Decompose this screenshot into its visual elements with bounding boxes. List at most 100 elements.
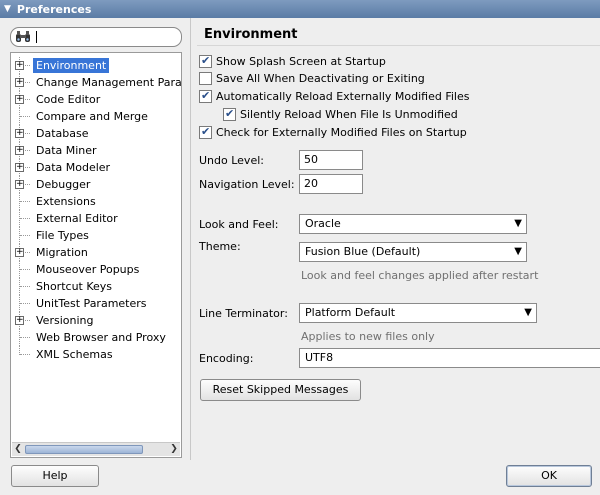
tree-item-label: Code Editor: [36, 93, 101, 106]
tree-item-label: Web Browser and Proxy: [36, 331, 166, 344]
save-all-checkbox[interactable]: [199, 71, 212, 85]
scrollbar-thumb[interactable]: [25, 445, 143, 454]
tree-item[interactable]: External Editor: [11, 210, 181, 227]
tree-item[interactable]: + Data Miner: [11, 142, 181, 159]
encoding-select[interactable]: UTF8: [299, 348, 600, 368]
theme-label: Theme:: [199, 240, 241, 253]
help-button[interactable]: Help: [11, 465, 99, 487]
line-terminator-label: Line Terminator:: [199, 307, 288, 320]
binoculars-icon: [16, 31, 30, 42]
expand-plus-icon[interactable]: +: [15, 95, 24, 104]
look-and-feel-value: Oracle: [305, 217, 341, 230]
look-and-feel-label: Look and Feel:: [199, 218, 279, 231]
settings-panel: Environment Show Splash Screen at Startu…: [191, 18, 600, 460]
navigation-level-input[interactable]: 20: [299, 174, 363, 194]
auto-reload-label: Automatically Reload Externally Modified…: [216, 89, 470, 103]
auto-reload-checkbox[interactable]: [199, 89, 212, 103]
tree-guide-line: [20, 235, 30, 236]
tree-guide-line: [20, 269, 30, 270]
expand-plus-icon[interactable]: +: [15, 316, 24, 325]
window-title: Preferences: [16, 2, 92, 16]
tree-item[interactable]: UnitTest Parameters: [11, 295, 181, 312]
dropdown-arrow-icon: ▼: [524, 307, 532, 318]
tree-item-label: Versioning: [36, 314, 94, 327]
tree-item[interactable]: Extensions: [11, 193, 181, 210]
window-titlebar: ▼ Preferences: [0, 0, 600, 18]
line-terminator-value: Platform Default: [305, 306, 396, 319]
check-modified-option[interactable]: Check for Externally Modified Files on S…: [199, 124, 467, 140]
tree-guide-line: [20, 286, 30, 287]
expand-plus-icon[interactable]: +: [15, 146, 24, 155]
tree-item-label: Data Modeler: [36, 161, 111, 174]
tree-item[interactable]: + Versioning: [11, 312, 181, 329]
tree-horizontal-scrollbar[interactable]: ❮ ❯: [12, 442, 180, 456]
tree-item[interactable]: File Types: [11, 227, 181, 244]
undo-level-label: Undo Level:: [199, 154, 264, 167]
look-and-feel-select[interactable]: Oracle ▼: [299, 214, 527, 234]
expand-plus-icon[interactable]: +: [15, 248, 24, 257]
tree-item-label: UnitTest Parameters: [36, 297, 147, 310]
encoding-label: Encoding:: [199, 352, 254, 365]
ok-button[interactable]: OK: [506, 465, 592, 487]
tree-item-label: Shortcut Keys: [36, 280, 113, 293]
expand-plus-icon[interactable]: +: [15, 129, 24, 138]
tree-item[interactable]: + Data Modeler: [11, 159, 181, 176]
save-all-label: Save All When Deactivating or Exiting: [216, 71, 425, 85]
dialog-footer: Help OK: [0, 460, 600, 495]
tree-item-label: External Editor: [36, 212, 118, 225]
splash-checkbox[interactable]: [199, 54, 212, 68]
tree-item-label: Migration: [36, 246, 88, 259]
line-terminator-select[interactable]: Platform Default ▼: [299, 303, 537, 323]
theme-select[interactable]: Fusion Blue (Default) ▼: [299, 242, 527, 262]
tree-item[interactable]: + Database: [11, 125, 181, 142]
tree-item-label: Change Management Param: [36, 76, 181, 89]
tree-guide-line: [20, 354, 30, 355]
search-field[interactable]: [10, 27, 182, 47]
expand-plus-icon[interactable]: +: [15, 163, 24, 172]
search-caret: [36, 31, 37, 43]
splash-option[interactable]: Show Splash Screen at Startup: [199, 53, 386, 69]
expand-plus-icon[interactable]: +: [15, 61, 24, 70]
look-and-feel-hint: Look and feel changes applied after rest…: [301, 269, 539, 282]
tree-item[interactable]: + Code Editor: [11, 91, 181, 108]
tree-item-label: File Types: [36, 229, 89, 242]
line-terminator-hint: Applies to new files only: [301, 330, 435, 343]
tree-item[interactable]: Compare and Merge: [11, 108, 181, 125]
silent-reload-checkbox[interactable]: [223, 107, 236, 121]
splash-label: Show Splash Screen at Startup: [216, 54, 386, 68]
theme-value: Fusion Blue (Default): [305, 245, 421, 258]
expand-plus-icon[interactable]: +: [15, 78, 24, 87]
save-all-option[interactable]: Save All When Deactivating or Exiting: [199, 70, 425, 86]
scroll-left-icon[interactable]: ❮: [12, 443, 24, 456]
undo-level-input[interactable]: 50: [299, 150, 363, 170]
scroll-right-icon[interactable]: ❯: [168, 443, 180, 456]
silent-reload-label: Silently Reload When File Is Unmodified: [240, 107, 458, 121]
tree-item-label: Extensions: [36, 195, 96, 208]
encoding-value: UTF8: [305, 351, 334, 364]
tree-guide-line: [20, 337, 30, 338]
tree-item[interactable]: XML Schemas: [11, 346, 181, 363]
tree-item-label: Debugger: [36, 178, 91, 191]
silent-reload-option[interactable]: Silently Reload When File Is Unmodified: [223, 106, 458, 122]
auto-reload-option[interactable]: Automatically Reload Externally Modified…: [199, 88, 469, 104]
tree-item[interactable]: + Debugger: [11, 176, 181, 193]
check-modified-checkbox[interactable]: [199, 125, 212, 139]
dropdown-arrow-icon: ▼: [514, 218, 522, 229]
reset-skipped-messages-button[interactable]: Reset Skipped Messages: [200, 379, 361, 401]
tree-item[interactable]: + Change Management Param: [11, 74, 181, 91]
expand-plus-icon[interactable]: +: [15, 180, 24, 189]
tree-list: + Environment + Change Management Param + Cod…: [11, 57, 181, 440]
tree-guide-line: [20, 218, 30, 219]
tree-item-label: Data Miner: [36, 144, 97, 157]
tree-item[interactable]: Shortcut Keys: [11, 278, 181, 295]
tree-item-label: Environment: [33, 58, 110, 73]
navigation-level-label: Navigation Level:: [199, 178, 295, 191]
tree-item-label: Database: [36, 127, 89, 140]
collapse-triangle-icon[interactable]: ▼: [4, 4, 11, 14]
left-pane: + Environment + Change Management Param + Cod…: [0, 18, 190, 460]
tree-item[interactable]: + Migration: [11, 244, 181, 261]
tree-item[interactable]: + Environment: [11, 57, 181, 74]
preferences-tree: + Environment + Change Management Param + Cod…: [10, 52, 182, 458]
tree-item[interactable]: Mouseover Popups: [11, 261, 181, 278]
tree-item[interactable]: Web Browser and Proxy: [11, 329, 181, 346]
